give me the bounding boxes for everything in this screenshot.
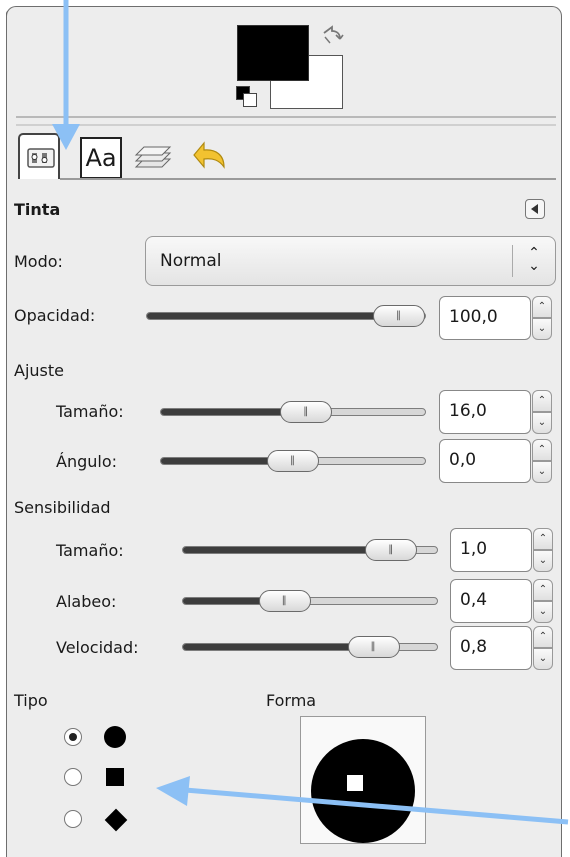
swap-colors-icon[interactable] bbox=[320, 24, 344, 48]
up-down-arrows-icon: ⌃ ⌄ bbox=[528, 245, 540, 274]
sensitivity-tilt-spinbox[interactable]: 0,4 ⌃ ⌄ bbox=[450, 579, 566, 623]
type-diamond-radio[interactable] bbox=[64, 810, 82, 828]
adjust-size-label: Tamaño: bbox=[56, 402, 124, 421]
tab-bar-line bbox=[60, 178, 556, 180]
opacity-spinbox[interactable]: 100,0 ⌃ ⌄ bbox=[439, 296, 555, 340]
mode-select[interactable]: Normal ⌃ ⌄ bbox=[145, 236, 556, 286]
tab-undo-history[interactable] bbox=[184, 137, 226, 179]
increment-button[interactable]: ⌃ bbox=[533, 528, 553, 550]
foreground-color-swatch[interactable] bbox=[237, 25, 309, 81]
type-square-radio[interactable] bbox=[64, 768, 82, 786]
tab-tool-options[interactable] bbox=[18, 133, 60, 179]
shape-header: Forma bbox=[266, 691, 317, 710]
square-shape-icon bbox=[106, 768, 124, 786]
increment-button[interactable]: ⌃ bbox=[533, 626, 553, 648]
increment-button[interactable]: ⌃ bbox=[532, 296, 552, 318]
circle-shape-icon bbox=[104, 726, 126, 748]
adjust-size-spinbox[interactable]: 16,0 ⌃ ⌄ bbox=[439, 390, 555, 434]
fonts-tab-label: Aa bbox=[85, 144, 117, 172]
sensitivity-tilt-label: Alabeo: bbox=[56, 592, 117, 611]
opacity-label: Opacidad: bbox=[14, 306, 96, 325]
decrement-button[interactable]: ⌄ bbox=[532, 412, 552, 434]
adjust-size-slider[interactable]: ‖ bbox=[160, 401, 426, 423]
sensitivity-size-slider[interactable]: ‖ bbox=[182, 539, 438, 561]
panel-menu-button[interactable] bbox=[525, 199, 545, 219]
adjust-angle-value[interactable]: 0,0 bbox=[439, 439, 531, 483]
adjust-angle-spinbox[interactable]: 0,0 ⌃ ⌄ bbox=[439, 439, 555, 483]
sensitivity-size-label: Tamaño: bbox=[56, 541, 124, 560]
undo-history-icon bbox=[193, 141, 225, 169]
decrement-button[interactable]: ⌄ bbox=[532, 461, 552, 483]
separator bbox=[16, 116, 556, 118]
increment-button[interactable]: ⌃ bbox=[532, 439, 552, 461]
ink-shape-preview bbox=[311, 739, 415, 843]
type-circle-radio[interactable] bbox=[64, 728, 82, 746]
sensitivity-size-spinbox[interactable]: 1,0 ⌃ ⌄ bbox=[450, 528, 566, 572]
decrement-button[interactable]: ⌄ bbox=[533, 601, 553, 623]
sensitivity-tilt-slider[interactable]: ‖ bbox=[182, 590, 438, 612]
decrement-button[interactable]: ⌄ bbox=[533, 648, 553, 670]
mode-label: Modo: bbox=[14, 252, 63, 271]
sensitivity-tilt-value[interactable]: 0,4 bbox=[450, 579, 532, 623]
separator bbox=[16, 124, 556, 126]
tab-fonts[interactable]: Aa bbox=[80, 137, 122, 179]
type-header: Tipo bbox=[14, 691, 48, 710]
ink-shape-editor[interactable] bbox=[300, 716, 426, 844]
adjust-angle-slider[interactable]: ‖ bbox=[160, 450, 426, 472]
sensitivity-header: Sensibilidad bbox=[14, 498, 111, 517]
mode-value: Normal bbox=[160, 251, 222, 271]
opacity-slider[interactable]: ‖ bbox=[146, 305, 426, 327]
opacity-value[interactable]: 100,0 bbox=[439, 296, 531, 340]
layers-icon bbox=[134, 146, 172, 168]
sensitivity-size-value[interactable]: 1,0 bbox=[450, 528, 532, 572]
panel-title: Tinta bbox=[14, 200, 61, 219]
default-colors-icon[interactable] bbox=[236, 86, 262, 110]
adjust-angle-label: Ángulo: bbox=[56, 452, 118, 471]
increment-button[interactable]: ⌃ bbox=[532, 390, 552, 412]
sensitivity-speed-label: Velocidad: bbox=[56, 638, 139, 657]
sensitivity-speed-slider[interactable]: ‖ bbox=[182, 636, 438, 658]
tool-options-icon bbox=[27, 148, 55, 168]
shape-handle[interactable] bbox=[347, 775, 363, 791]
tab-layers[interactable] bbox=[128, 137, 172, 179]
increment-button[interactable]: ⌃ bbox=[533, 579, 553, 601]
decrement-button[interactable]: ⌄ bbox=[532, 318, 552, 340]
decrement-button[interactable]: ⌄ bbox=[533, 550, 553, 572]
adjust-header: Ajuste bbox=[14, 361, 64, 380]
sensitivity-speed-spinbox[interactable]: 0,8 ⌃ ⌄ bbox=[450, 626, 566, 670]
adjust-size-value[interactable]: 16,0 bbox=[439, 390, 531, 434]
sensitivity-speed-value[interactable]: 0,8 bbox=[450, 626, 532, 670]
